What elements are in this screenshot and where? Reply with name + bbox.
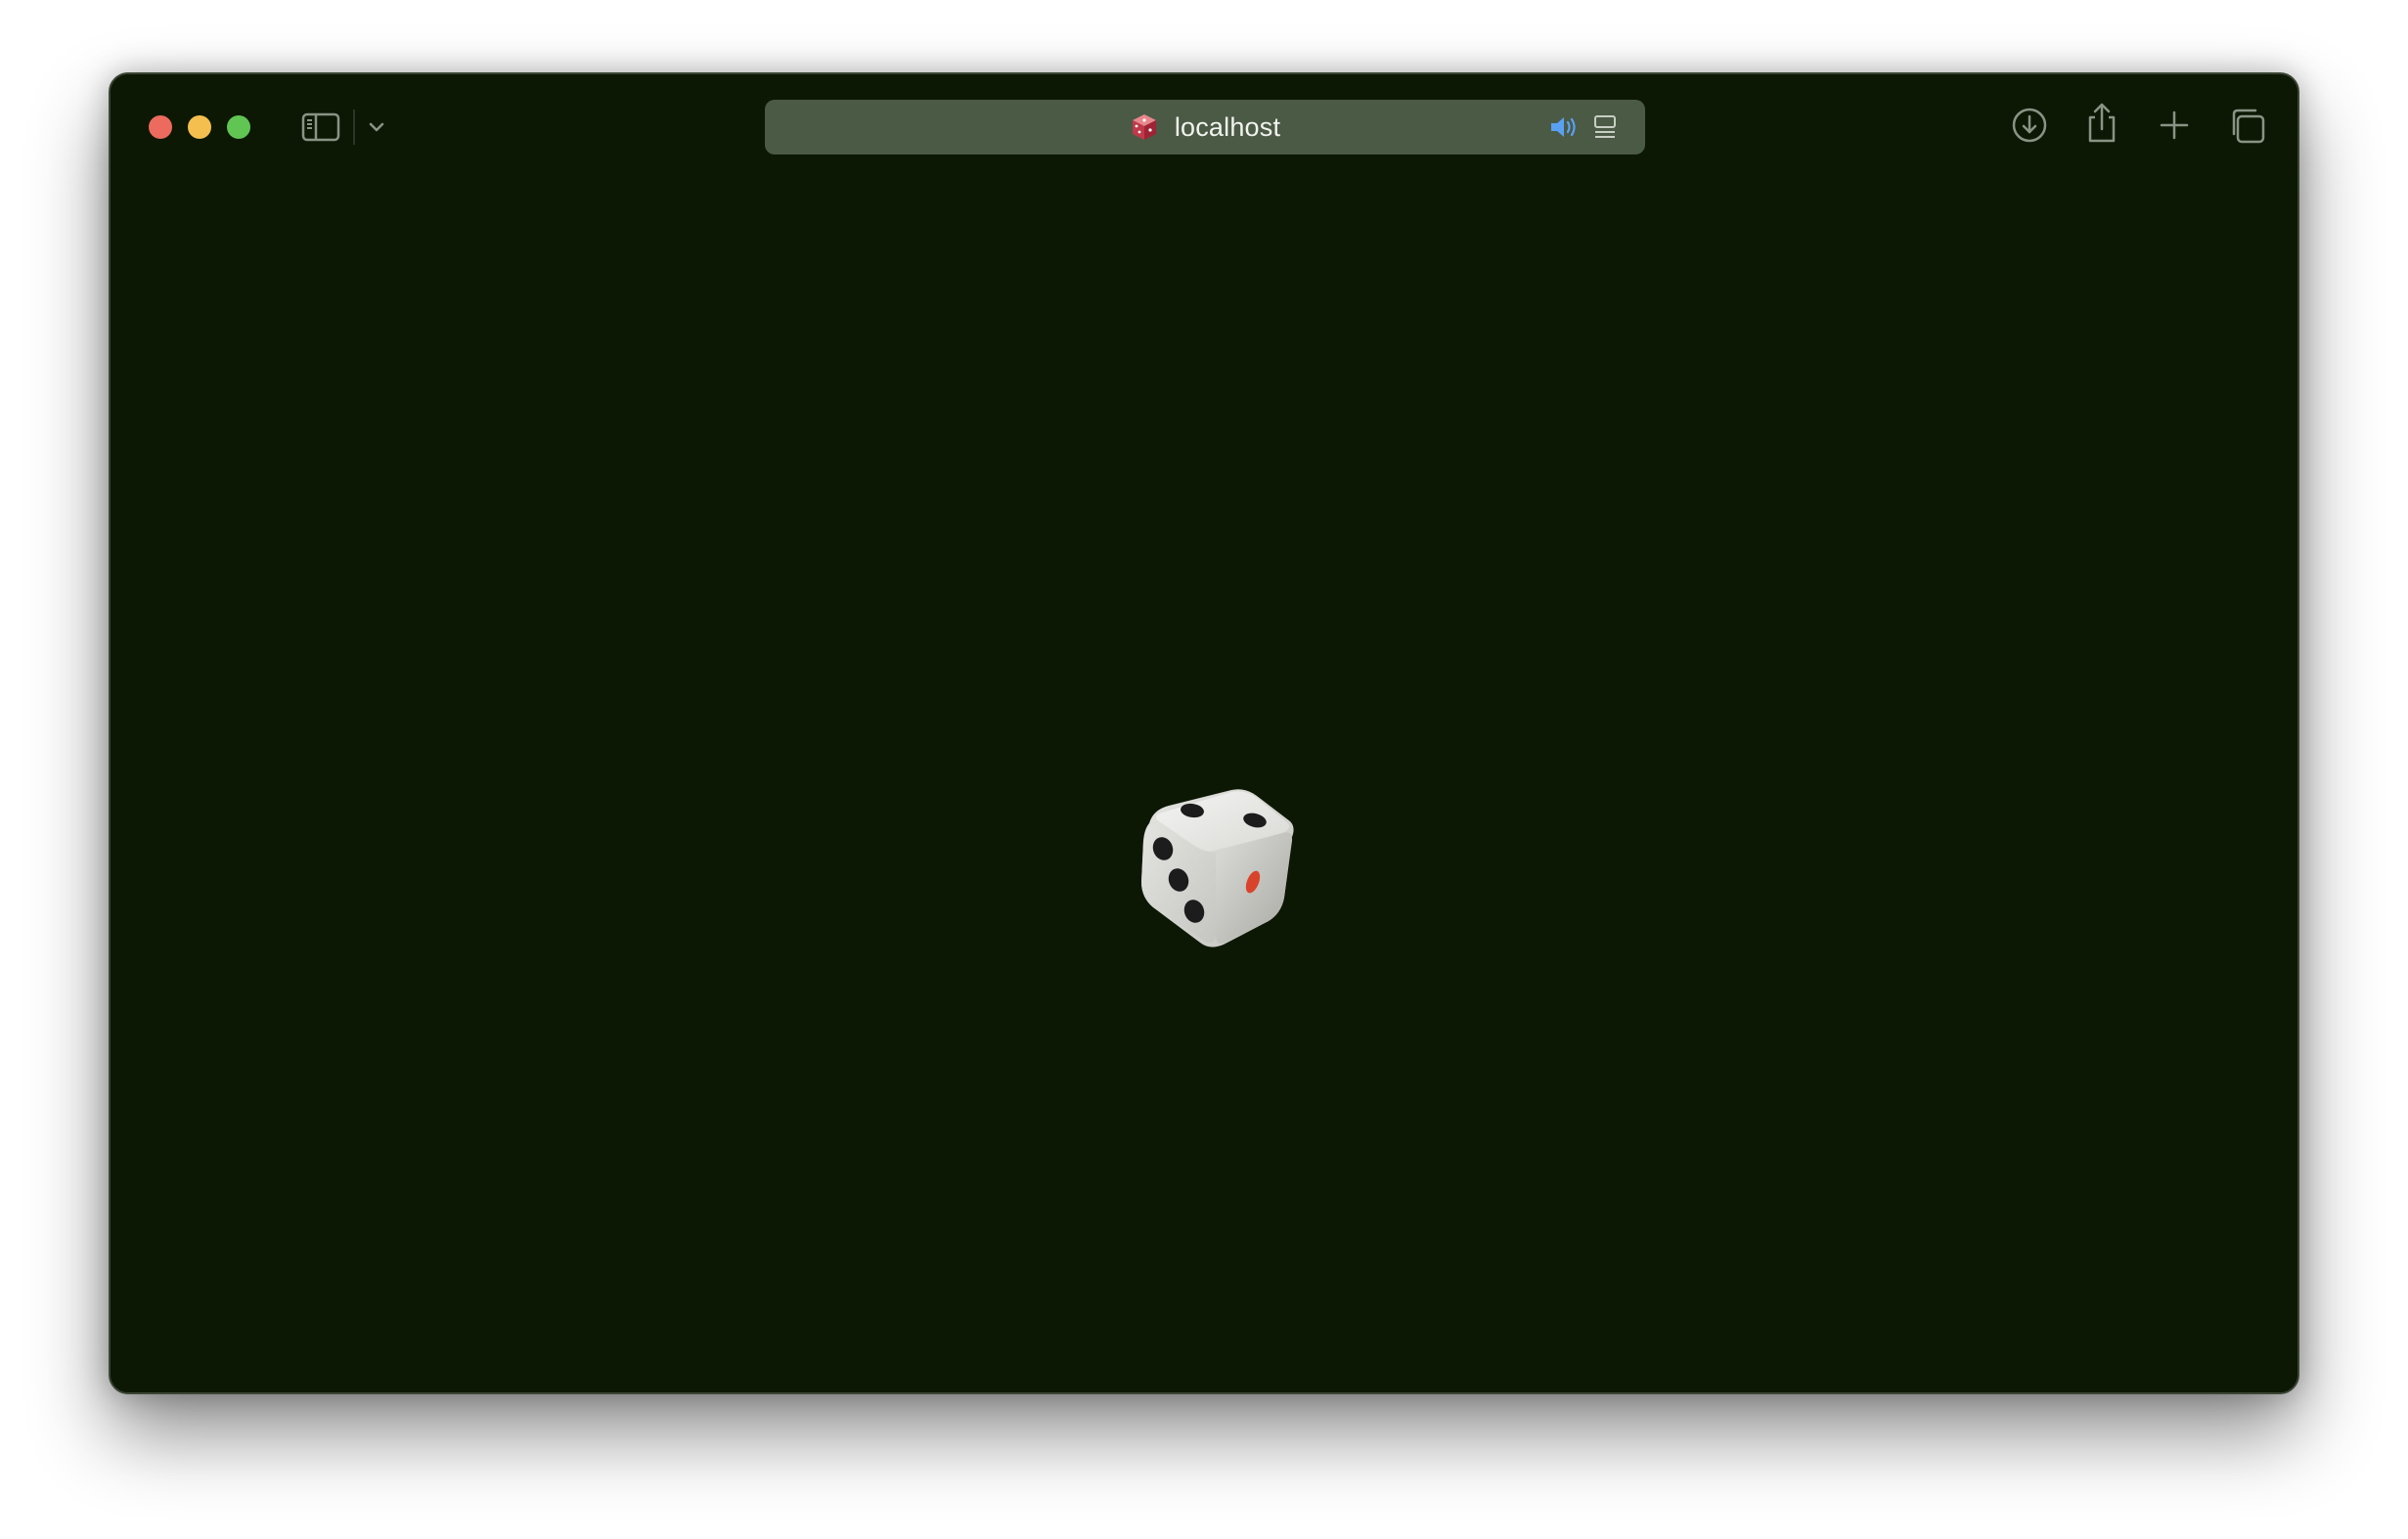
plus-icon — [2160, 110, 2189, 140]
download-icon — [2012, 108, 2047, 143]
tab-overview-button[interactable] — [2225, 104, 2270, 149]
tab-group-menu-button[interactable] — [363, 113, 390, 141]
reader-icon — [1594, 115, 1616, 138]
url-text: localhost — [1174, 111, 1281, 142]
mute-tab-button[interactable] — [1547, 111, 1581, 143]
tab-overview-icon — [2232, 109, 2265, 144]
speaker-wave-icon — [1551, 117, 1576, 137]
page-content — [111, 176, 2297, 1392]
new-tab-button[interactable] — [2153, 104, 2196, 147]
toolbar-divider — [353, 110, 355, 145]
dice-icon[interactable] — [1128, 778, 1304, 954]
chevron-down-icon — [369, 122, 384, 132]
dice-favicon-icon — [1130, 112, 1159, 142]
share-button[interactable] — [2080, 100, 2123, 147]
sidebar-icon — [301, 112, 340, 142]
browser-toolbar: localhost — [111, 74, 2297, 176]
reader-button[interactable] — [1588, 111, 1622, 143]
address-bar-center: localhost — [765, 100, 1645, 154]
downloads-button[interactable] — [2008, 104, 2051, 147]
close-window-button[interactable] — [149, 115, 172, 139]
sidebar-toggle-button[interactable] — [300, 108, 341, 147]
maximize-window-button[interactable] — [227, 115, 250, 139]
share-icon — [2088, 103, 2116, 143]
browser-window: localhost — [109, 72, 2299, 1394]
address-bar[interactable]: localhost — [765, 100, 1645, 154]
minimize-window-button[interactable] — [188, 115, 211, 139]
